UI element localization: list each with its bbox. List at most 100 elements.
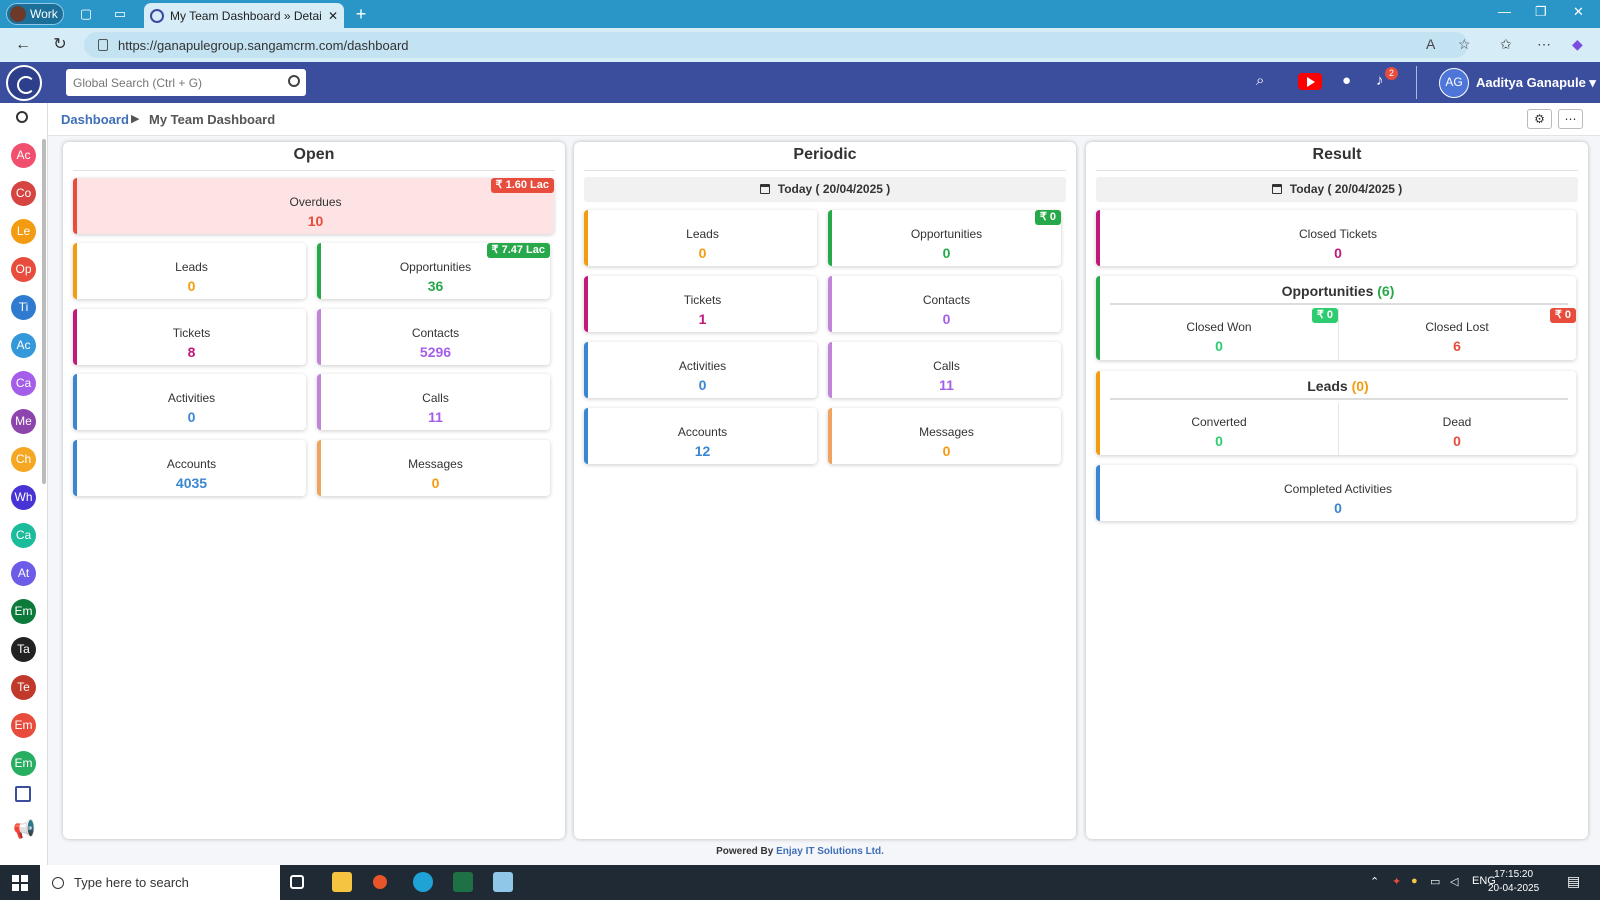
breadcrumb-dashboard-link[interactable]: Dashboard <box>61 112 129 127</box>
periodic-opportunities-card[interactable]: ₹ 0 Opportunities 0 <box>828 210 1061 266</box>
copilot-icon[interactable]: ◆ <box>1572 36 1583 53</box>
sidebar-module-ch[interactable]: Ch <box>11 447 36 472</box>
periodic-opportunities-badge: ₹ 0 <box>1034 210 1061 225</box>
sidebar-module-em[interactable]: Em <box>11 713 36 738</box>
result-date-filter[interactable]: Today ( 20/04/2025 ) <box>1096 177 1578 202</box>
notification-center-icon[interactable]: ▤ <box>1567 873 1580 890</box>
tray-chevron-icon[interactable]: ⌃ <box>1370 875 1379 888</box>
open-leads-card[interactable]: Leads 0 <box>73 243 306 299</box>
sidebar-module-co[interactable]: Co <box>11 181 36 206</box>
open-messages-card[interactable]: Messages 0 <box>317 440 550 496</box>
user-avatar[interactable]: AG <box>1439 68 1469 98</box>
sidebar-module-te[interactable]: Te <box>11 675 36 700</box>
open-contacts-card[interactable]: Contacts 5296 <box>317 309 550 365</box>
minimize-icon[interactable]: — <box>1498 4 1511 19</box>
sidebar-module-ti[interactable]: Ti <box>11 295 36 320</box>
app-logo-icon[interactable] <box>6 65 42 101</box>
converted-cell[interactable]: Converted 0 <box>1100 403 1338 455</box>
tray-weather-icon[interactable]: ● <box>1411 875 1418 887</box>
taskbar-search[interactable]: Type here to search <box>40 865 280 900</box>
file-explorer-icon[interactable] <box>332 872 352 892</box>
refresh-icon[interactable]: ↻ <box>50 35 70 55</box>
app-icon[interactable] <box>373 875 387 889</box>
open-opportunities-card[interactable]: ₹ 7.47 Lac Opportunities 36 <box>317 243 550 299</box>
open-tickets-card[interactable]: Tickets 8 <box>73 309 306 365</box>
periodic-date-label: Today ( 20/04/2025 ) <box>777 182 891 196</box>
read-aloud-icon[interactable]: A <box>1426 36 1435 52</box>
tray-app-icon[interactable]: ✦ <box>1392 875 1401 888</box>
windows-start-icon[interactable] <box>12 875 28 891</box>
favorite-star-icon[interactable]: ☆ <box>1458 36 1471 53</box>
sidebar-module-em[interactable]: Em <box>11 599 36 624</box>
sidebar-module-me[interactable]: Me <box>11 409 36 434</box>
excel-icon[interactable] <box>453 872 473 892</box>
workspaces-icon[interactable]: ▢ <box>77 5 95 23</box>
closed-won-cell[interactable]: ₹ 0 Closed Won 0 <box>1100 308 1338 360</box>
volume-icon[interactable]: ◁ <box>1450 875 1458 888</box>
edge-icon[interactable] <box>413 872 433 892</box>
notepad-icon[interactable] <box>493 872 513 892</box>
close-window-icon[interactable]: ✕ <box>1573 4 1584 20</box>
open-calls-card[interactable]: Calls 11 <box>317 374 550 430</box>
sidebar-module-ta[interactable]: Ta <box>11 637 36 662</box>
restore-icon[interactable]: ❐ <box>1535 4 1547 20</box>
periodic-calls-card[interactable]: Calls 11 <box>828 342 1061 398</box>
sidebar-search-icon[interactable] <box>16 111 28 123</box>
sidebar-list-icon[interactable] <box>15 786 31 802</box>
new-tab-icon[interactable]: + <box>352 5 370 23</box>
search-icon[interactable] <box>288 75 300 87</box>
global-search[interactable] <box>66 69 306 96</box>
periodic-date-filter[interactable]: Today ( 20/04/2025 ) <box>584 177 1066 202</box>
periodic-activities-card[interactable]: Activities 0 <box>584 342 817 398</box>
app-header: ⌕ ● ♪ 2 AG Aaditya Ganapule ▾ <box>0 62 1600 103</box>
more-options-button[interactable]: ⋯ <box>1558 109 1583 129</box>
system-clock[interactable]: 17:15:20 20-04-2025 <box>1488 868 1539 896</box>
open-accounts-card[interactable]: Accounts 4035 <box>73 440 306 496</box>
clock-date: 20-04-2025 <box>1488 883 1540 894</box>
settings-gear-button[interactable]: ⚙ <box>1527 109 1552 129</box>
sidebar-module-em[interactable]: Em <box>11 751 36 776</box>
sidebar-module-op[interactable]: Op <box>11 257 36 282</box>
periodic-messages-card[interactable]: Messages 0 <box>828 408 1061 464</box>
open-activities-card[interactable]: Activities 0 <box>73 374 306 430</box>
periodic-accounts-card[interactable]: Accounts 12 <box>584 408 817 464</box>
sidebar-module-at[interactable]: At <box>11 561 36 586</box>
card-label: Activities <box>678 359 727 373</box>
close-tab-icon[interactable]: ✕ <box>328 9 338 23</box>
sidebar-module-wh[interactable]: Wh <box>11 485 36 510</box>
browser-tab-active[interactable]: My Team Dashboard » Details || S ✕ <box>144 3 344 28</box>
global-search-input[interactable] <box>73 75 273 90</box>
document-search-icon[interactable]: ⌕ <box>1256 72 1264 89</box>
closed-lost-cell[interactable]: ₹ 0 Closed Lost 6 <box>1338 308 1576 360</box>
network-icon[interactable]: ▭ <box>1430 875 1440 888</box>
sidebar-module-le[interactable]: Le <box>11 219 36 244</box>
sidebar-module-ac[interactable]: Ac <box>11 333 36 358</box>
leads-label: Leads <box>1307 378 1348 394</box>
sidebar-module-ca[interactable]: Ca <box>11 371 36 396</box>
more-icon[interactable]: ⋯ <box>1537 36 1551 53</box>
favorites-icon[interactable]: ✩ <box>1500 36 1512 53</box>
megaphone-icon[interactable]: 📢 <box>13 819 35 840</box>
user-name: Aaditya Ganapule <box>1476 75 1586 90</box>
periodic-leads-card[interactable]: Leads 0 <box>584 210 817 266</box>
bell-icon[interactable]: ♪ <box>1376 72 1384 89</box>
module-sidebar: Ac Co Le Op Ti Ac Ca Me Ch Wh Ca At Em Ta Te Em Em 📢 <box>0 103 48 865</box>
back-icon[interactable]: ← <box>13 35 33 55</box>
address-bar[interactable]: https://ganapulegroup.sangamcrm.com/dash… <box>84 32 1468 58</box>
globe-icon[interactable]: ● <box>1342 72 1351 89</box>
footer-company-link[interactable]: Enjay IT Solutions Ltd. <box>776 846 884 857</box>
overdues-card[interactable]: ₹ 1.60 Lac Overdues 10 <box>73 178 554 234</box>
tab-actions-icon[interactable]: ▭ <box>111 5 129 23</box>
youtube-icon[interactable] <box>1298 73 1322 90</box>
dead-cell[interactable]: Dead 0 <box>1338 403 1576 455</box>
sidebar-scrollbar[interactable] <box>42 139 46 484</box>
closed-tickets-card[interactable]: Closed Tickets 0 <box>1096 210 1576 266</box>
sidebar-module-ac[interactable]: Ac <box>11 143 36 168</box>
periodic-contacts-card[interactable]: Contacts 0 <box>828 276 1061 332</box>
periodic-tickets-card[interactable]: Tickets 1 <box>584 276 817 332</box>
profile-button[interactable]: Work <box>6 3 64 25</box>
sidebar-module-ca[interactable]: Ca <box>11 523 36 548</box>
user-menu[interactable]: Aaditya Ganapule ▾ <box>1476 75 1596 91</box>
completed-activities-card[interactable]: Completed Activities 0 <box>1096 465 1576 521</box>
task-view-icon[interactable] <box>290 875 304 889</box>
